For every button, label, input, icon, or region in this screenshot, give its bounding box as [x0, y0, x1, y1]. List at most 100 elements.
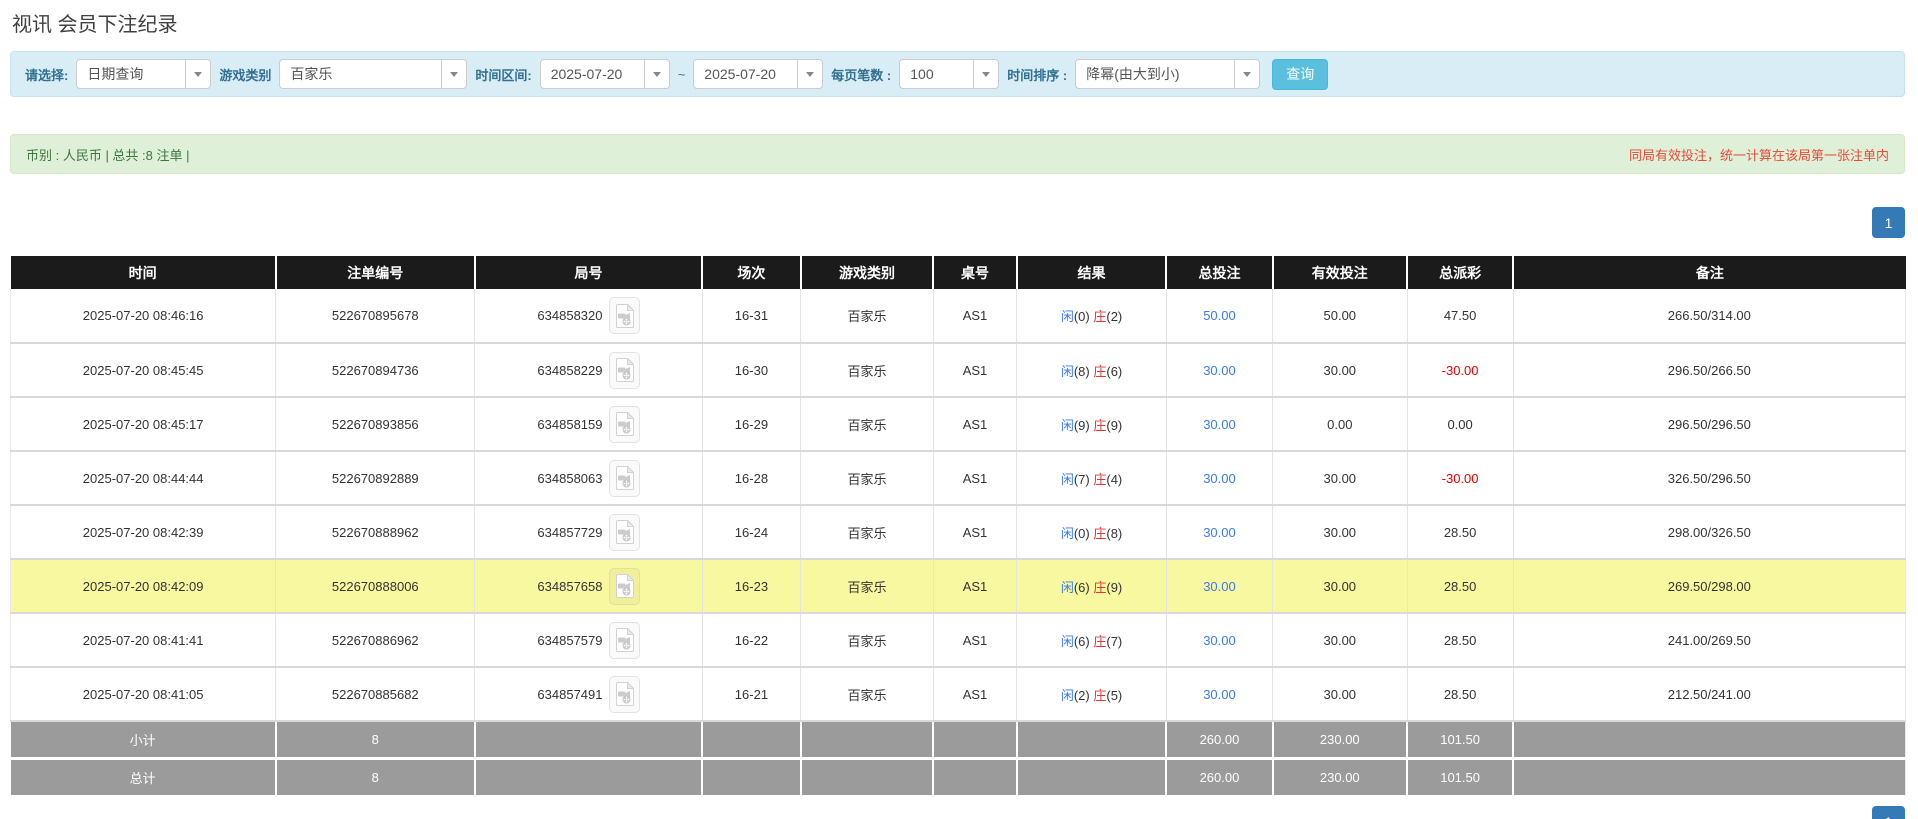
column-header: 时间 [10, 256, 276, 289]
banker-result-label: 庄 [1093, 633, 1107, 649]
date-from-select[interactable]: 2025-07-20 [539, 59, 670, 89]
total-bet-cell: 30.00 [1165, 505, 1273, 560]
summary-valid-bet: 230.00 [1271, 756, 1408, 795]
session: 16-23 [701, 559, 801, 614]
page-size-value: 100 [910, 66, 934, 82]
total-bet-link[interactable]: 30.00 [1203, 525, 1236, 540]
banker-result-label: 庄 [1093, 309, 1107, 324]
total-bet-link[interactable]: 30.00 [1203, 417, 1236, 432]
video-playback-icon [615, 303, 634, 328]
payout: -30.00 [1406, 343, 1514, 398]
result-cell: 闲(0) 庄(2) [1016, 289, 1167, 344]
video-replay-button[interactable] [608, 405, 640, 443]
total-bet-link[interactable]: 30.00 [1203, 471, 1236, 486]
payout: 28.50 [1406, 559, 1514, 614]
summary-bar: 币别 : 人民币 | 总共 :8 注单 | 同局有效投注，统一计算在该局第一张注… [10, 134, 1905, 174]
total-bet-link[interactable]: 30.00 [1203, 579, 1236, 594]
pagination-bottom: 1 [1872, 806, 1905, 819]
same-round-note: 同局有效投注，统一计算在该局第一张注单内 [1628, 147, 1889, 163]
session: 16-28 [701, 451, 801, 506]
player-result-label: 闲 [1060, 579, 1074, 595]
round-id: 634857729 [537, 524, 603, 540]
date-to-select[interactable]: 2025-07-20 [693, 59, 824, 89]
player-result-label: 闲 [1060, 525, 1074, 541]
time-sort-value: 降幂(由大到小) [1086, 66, 1180, 82]
time-range-label: 时间区间: [475, 67, 532, 83]
banker-result-value: (5) [1106, 687, 1123, 703]
session: 16-22 [701, 613, 801, 668]
total-bet-cell: 30.00 [1165, 451, 1273, 506]
filter-bar: 请选择: 日期查询 游戏类别 百家乐 时间区间: 2025-07-20 ~ 20… [10, 51, 1905, 97]
total-bet-link[interactable]: 30.00 [1203, 687, 1236, 702]
page-size-select[interactable]: 100 [899, 59, 1000, 89]
banker-result-label: 庄 [1093, 363, 1107, 379]
remark: 298.00/326.50 [1512, 505, 1907, 560]
payout: 28.50 [1406, 667, 1514, 722]
date-from-value: 2025-07-20 [550, 66, 623, 82]
total-bet-link[interactable]: 30.00 [1203, 363, 1236, 378]
table-number: AS1 [932, 397, 1017, 452]
remark: 296.50/266.50 [1512, 343, 1907, 398]
banker-result-label: 庄 [1093, 687, 1107, 703]
video-replay-button[interactable] [608, 459, 640, 497]
game-category: 百家乐 [800, 289, 934, 344]
column-header: 备注 [1512, 256, 1906, 289]
total-bet-link[interactable]: 30.00 [1203, 633, 1236, 648]
result-cell: 闲(6) 庄(9) [1016, 559, 1167, 614]
page-size-label: 每页笔数 : [831, 67, 892, 83]
round-id-cell: 634858159 [474, 397, 703, 452]
round-id: 634857658 [537, 578, 603, 594]
total-bet-cell: 30.00 [1165, 343, 1273, 398]
query-type-label: 请选择: [25, 67, 69, 83]
video-replay-button[interactable] [608, 297, 640, 334]
remark: 296.50/296.50 [1512, 397, 1907, 452]
time-sort-label: 时间排序 : [1007, 67, 1068, 83]
page-button-1[interactable]: 1 [1872, 207, 1905, 238]
time-sort-select[interactable]: 降幂(由大到小) [1075, 59, 1261, 89]
video-replay-button[interactable] [608, 621, 640, 659]
video-replay-button[interactable] [608, 513, 640, 551]
round-id: 634858159 [537, 416, 603, 432]
banker-result-value: (8) [1106, 525, 1123, 541]
bet-id: 522670886962 [275, 613, 475, 668]
summary-payout: 101.50 [1406, 721, 1514, 758]
bet-id: 522670894736 [275, 343, 475, 398]
valid-bet: 30.00 [1272, 559, 1408, 614]
round-id-cell: 634857579 [474, 613, 703, 668]
banker-result-value: (7) [1106, 633, 1123, 649]
player-result-value: (7) [1073, 471, 1090, 487]
video-playback-icon [615, 520, 634, 544]
query-type-select[interactable]: 日期查询 [76, 59, 212, 89]
table-row: 2025-07-20 08:44:44 522670892889 6348580… [9, 451, 1907, 506]
column-header: 结果 [1015, 256, 1167, 289]
video-playback-icon [615, 574, 634, 598]
video-replay-button[interactable] [608, 351, 640, 389]
player-result-value: (6) [1073, 633, 1090, 649]
table-number: AS1 [932, 451, 1017, 506]
bet-id: 522670893856 [275, 397, 475, 452]
table-number: AS1 [932, 667, 1017, 722]
game-category-select[interactable]: 百家乐 [279, 59, 468, 89]
video-replay-button[interactable] [608, 567, 640, 605]
chevron-down-icon [973, 60, 998, 88]
video-playback-icon [615, 358, 634, 382]
banker-result-label: 庄 [1093, 471, 1107, 487]
bets-table: 时间 注单编号 局号 场次 游戏类别 桌号 结果 总投注 有效投注 总派彩 备注 2025-07-2… [9, 256, 1907, 795]
round-id-cell: 634857491 [474, 667, 703, 722]
total-bet-link[interactable]: 50.00 [1203, 308, 1236, 323]
valid-bet: 30.00 [1272, 505, 1408, 560]
session: 16-29 [701, 397, 801, 452]
page-button-1-bottom[interactable]: 1 [1872, 806, 1905, 819]
video-replay-button[interactable] [608, 675, 640, 713]
table-header-row: 时间 注单编号 局号 场次 游戏类别 桌号 结果 总投注 有效投注 总派彩 备注 [10, 256, 1906, 289]
search-button[interactable]: 查询 [1272, 58, 1329, 90]
session: 16-21 [701, 667, 801, 722]
banker-result-value: (9) [1106, 417, 1123, 433]
remark: 269.50/298.00 [1512, 559, 1907, 614]
column-header: 注单编号 [274, 256, 475, 289]
remark: 212.50/241.00 [1512, 667, 1907, 722]
betting-records-page: 视讯 会员下注纪录 请选择: 日期查询 游戏类别 百家乐 时间区间: 2025-… [0, 0, 1918, 819]
valid-bet: 0.00 [1272, 397, 1408, 452]
valid-bet: 30.00 [1272, 613, 1408, 668]
video-playback-icon [615, 628, 634, 652]
